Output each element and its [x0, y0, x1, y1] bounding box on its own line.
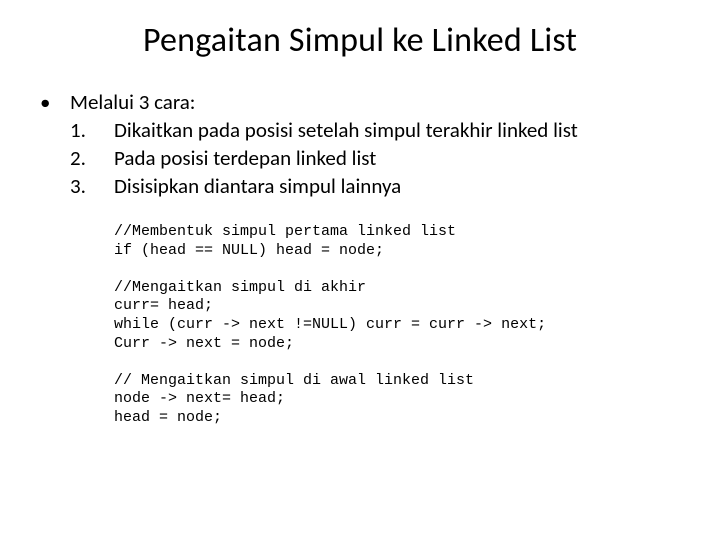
list-num: 1.: [70, 117, 114, 143]
list-num: 2.: [70, 145, 114, 171]
list-item: 3. Disisipkan diantara simpul lainnya: [40, 173, 688, 199]
list-num: 3.: [70, 173, 114, 199]
code-section: //Membentuk simpul pertama linked list i…: [40, 223, 688, 428]
code-block: //Membentuk simpul pertama linked list i…: [114, 223, 688, 261]
list-text: Pada posisi terdepan linked list: [114, 145, 376, 171]
list-item: 1. Dikaitkan pada posisi setelah simpul …: [40, 117, 688, 143]
slide-title: Pengaitan Simpul ke Linked List: [32, 20, 688, 61]
code-block: // Mengaitkan simpul di awal linked list…: [114, 372, 688, 428]
bullet-mark: •: [40, 89, 70, 115]
list-text: Disisipkan diantara simpul lainnya: [114, 173, 401, 199]
list-item: 2. Pada posisi terdepan linked list: [40, 145, 688, 171]
content-area: • Melalui 3 cara: 1. Dikaitkan pada posi…: [32, 89, 688, 428]
bullet-text: Melalui 3 cara:: [70, 89, 195, 115]
code-block: //Mengaitkan simpul di akhir curr= head;…: [114, 279, 688, 354]
bullet-line: • Melalui 3 cara:: [40, 89, 688, 115]
list-text: Dikaitkan pada posisi setelah simpul ter…: [114, 117, 578, 143]
